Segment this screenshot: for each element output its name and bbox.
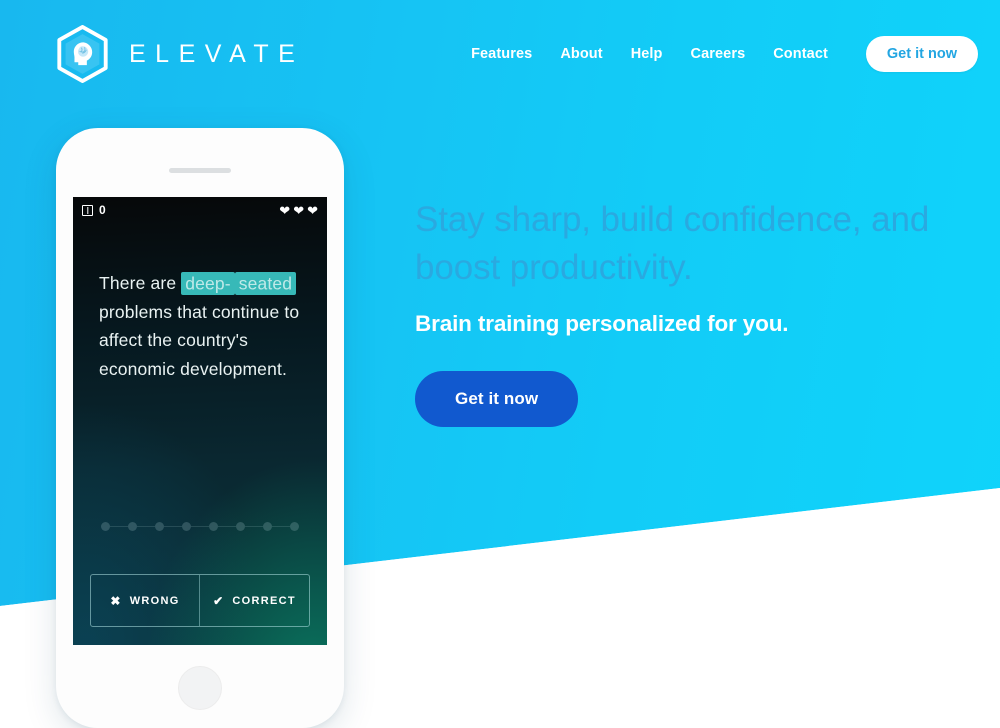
answer-correct-label: CORRECT	[232, 594, 296, 607]
progress-dot	[182, 522, 191, 531]
quiz-highlight-2: seated	[234, 271, 297, 295]
progress-dot	[263, 522, 272, 531]
answer-wrong-button[interactable]: ✖ WRONG	[91, 575, 200, 626]
progress-dot-link	[137, 526, 155, 527]
progress-dot-link	[272, 526, 290, 527]
brand-logo[interactable]: ELEVATE	[55, 25, 304, 83]
cross-icon: ✖	[110, 593, 122, 608]
answer-wrong-label: WRONG	[129, 594, 180, 607]
progress-dot	[209, 522, 218, 531]
check-icon: ✔	[213, 593, 225, 608]
heart-icon: ❤	[307, 202, 318, 218]
nav-link-contact[interactable]: Contact	[759, 40, 842, 68]
progress-dot-link	[218, 526, 236, 527]
main-nav: Features About Help Careers Contact Get …	[457, 36, 978, 72]
progress-dot	[155, 522, 164, 531]
coin-counter: 0	[82, 204, 106, 216]
hero-get-it-now-button[interactable]: Get it now	[415, 371, 579, 428]
progress-dot	[236, 522, 245, 531]
nav-get-it-now-button[interactable]: Get it now	[865, 36, 978, 72]
nav-link-careers[interactable]: Careers	[677, 40, 760, 68]
nav-link-help[interactable]: Help	[617, 40, 677, 68]
hero-headline: Stay sharp, build confidence, and boost …	[415, 200, 930, 287]
quiz-question-text: There are deep-seated problems that cont…	[99, 269, 305, 384]
heart-icon: ❤	[279, 202, 291, 218]
coin-icon	[82, 204, 93, 216]
quiz-highlight-1: deep-	[181, 271, 235, 295]
nav-link-about[interactable]: About	[546, 40, 616, 68]
phone-speaker-grille	[169, 168, 231, 173]
answer-buttons: ✖ WRONG ✔ CORRECT	[90, 574, 310, 627]
quiz-text-before: There are	[99, 273, 182, 293]
lives-counter: ❤ ❤ ❤	[279, 204, 318, 217]
phone-mockup: 0 ❤ ❤ ❤ There are deep-seated problems t…	[56, 128, 344, 728]
heart-icon: ❤	[293, 202, 305, 218]
hexagon-brain-head-icon	[57, 25, 108, 83]
hero-copy: Stay sharp, build confidence, and boost …	[415, 196, 935, 428]
coin-count: 0	[99, 203, 106, 217]
hero-subhead: Brain training personalized for you.	[415, 311, 789, 337]
progress-dot	[128, 522, 137, 531]
progress-dot-link	[245, 526, 263, 527]
progress-dot	[290, 522, 299, 531]
app-topbar: 0 ❤ ❤ ❤	[73, 197, 327, 223]
nav-link-features[interactable]: Features	[457, 40, 546, 68]
answer-correct-button[interactable]: ✔ CORRECT	[200, 575, 309, 626]
progress-dot	[101, 522, 110, 531]
progress-dot-link	[191, 526, 209, 527]
brand-name: ELEVATE	[129, 39, 305, 68]
phone-home-button[interactable]	[178, 666, 222, 710]
progress-dot-link	[164, 526, 182, 527]
progress-dots	[73, 522, 327, 531]
phone-screen: 0 ❤ ❤ ❤ There are deep-seated problems t…	[73, 197, 327, 645]
progress-dot-link	[110, 526, 128, 527]
site-header: ELEVATE Features About Help Careers Cont…	[0, 0, 1000, 104]
quiz-text-after: problems that continue to affect the cou…	[99, 301, 300, 380]
